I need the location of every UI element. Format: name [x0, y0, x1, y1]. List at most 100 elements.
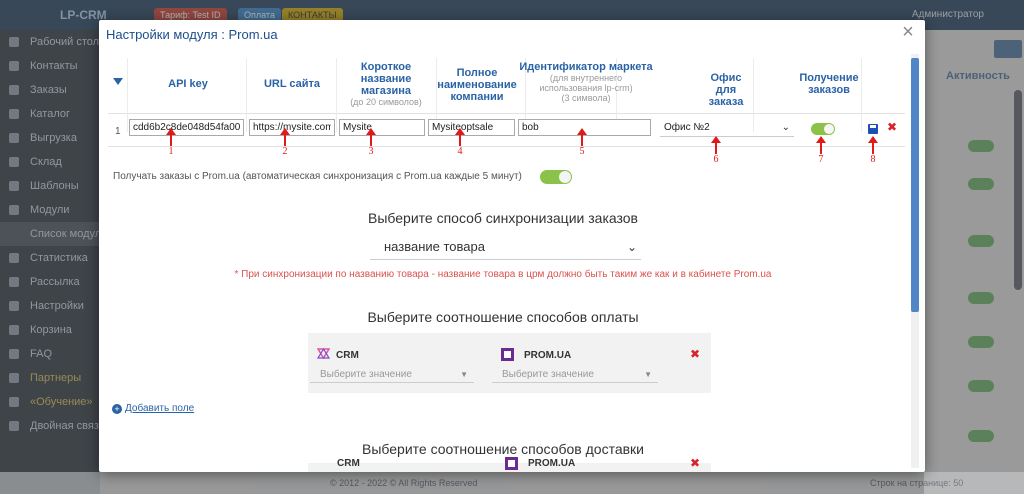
catalog-icon — [9, 109, 19, 119]
gear-icon — [9, 301, 19, 311]
copyright-text: © 2012 - 2022 © All Rights Reserved — [330, 478, 478, 488]
warehouse-icon — [9, 157, 19, 167]
activity-column-header: Активность — [946, 70, 1010, 82]
sidebar-item-settings[interactable]: Настройки — [0, 294, 100, 318]
templates-icon — [9, 181, 19, 191]
column-header-api-key: API key — [168, 78, 208, 90]
annotation-marker-4: 4 — [453, 128, 467, 157]
activity-toggle[interactable] — [968, 380, 994, 392]
column-header-office: Офис для заказа — [708, 72, 744, 108]
activity-toggle[interactable] — [968, 292, 994, 304]
app-footer: © 2012 - 2022 © All Rights Reserved Стро… — [0, 472, 1024, 494]
crm-label: CRM — [337, 458, 360, 469]
sync-warning-note: * При синхронизации по названию товара -… — [234, 269, 772, 280]
app-sidebar: Рабочий стол Контакты Заказы Каталог Выг… — [0, 30, 100, 494]
mailing-icon — [9, 277, 19, 287]
sidebar-item-trash[interactable]: Корзина — [0, 318, 100, 342]
training-icon — [9, 397, 19, 407]
close-icon[interactable]: × — [897, 21, 919, 43]
sidebar-item-statistics[interactable]: Статистика — [0, 246, 100, 270]
rows-per-page[interactable]: Строк на странице: 50 — [870, 478, 963, 488]
prom-label: PROM.UA — [524, 350, 572, 361]
contacts-icon — [9, 61, 19, 71]
sync-method-title: Выберите способ синхронизации заказов — [368, 210, 638, 226]
sidebar-item-callback[interactable]: Двойная связь — [0, 414, 100, 438]
partners-icon — [9, 373, 19, 383]
sidebar-item-partners[interactable]: Партнеры — [0, 366, 100, 390]
annotation-marker-1: 1 — [164, 128, 178, 157]
annotation-marker-8: 8 — [866, 136, 880, 165]
payment-mapping-row: CRM PROM.UA ✖ Выберите значение ▼ Выберит… — [308, 333, 711, 393]
plus-circle-icon: + — [112, 404, 122, 414]
sidebar-item-module-list[interactable]: Список модулей — [0, 222, 100, 246]
add-module-button[interactable] — [994, 40, 1022, 58]
modules-icon — [9, 205, 19, 215]
column-header-full-name: Полное наименование компании — [437, 67, 517, 103]
sync-method-select[interactable]: название товара ⌄ — [370, 236, 641, 260]
delivery-mapping-title: Выберите соотношение способов доставки — [361, 441, 644, 457]
activity-toggle[interactable] — [968, 178, 994, 190]
background-module-list: Активность — [924, 30, 1024, 494]
delete-mapping-icon[interactable]: ✖ — [690, 347, 700, 361]
phone-icon — [9, 421, 19, 431]
site-url-input[interactable] — [249, 119, 335, 136]
sidebar-item-modules[interactable]: Модули — [0, 198, 100, 222]
sidebar-item-faq[interactable]: FAQ — [0, 342, 100, 366]
export-icon — [9, 133, 19, 143]
delete-mapping-icon[interactable]: ✖ — [690, 456, 700, 470]
activity-toggle[interactable] — [968, 336, 994, 348]
prom-logo-icon — [505, 457, 518, 470]
sidebar-item-contacts[interactable]: Контакты — [0, 54, 100, 78]
crm-logo-icon — [317, 348, 330, 359]
receive-orders-toggle[interactable] — [811, 123, 835, 135]
sidebar-item-export[interactable]: Выгрузка — [0, 126, 100, 150]
column-header-market-id: Идентификатор маркета (для внутреннего и… — [517, 61, 655, 103]
chevron-down-icon: ⌄ — [626, 240, 637, 254]
column-header-receive-orders: Получение заказов — [799, 72, 859, 96]
full-name-input[interactable] — [428, 119, 515, 136]
scrollbar-thumb[interactable] — [911, 58, 919, 312]
api-key-input[interactable] — [129, 119, 244, 136]
crm-payment-select[interactable]: Выберите значение ▼ — [310, 367, 474, 383]
modal-scrollbar[interactable] — [911, 54, 919, 468]
prom-logo-icon — [501, 348, 514, 361]
autosync-toggle[interactable] — [540, 170, 572, 184]
prom-payment-select[interactable]: Выберите значение ▼ — [492, 367, 658, 383]
question-icon — [9, 349, 19, 359]
sidebar-item-orders[interactable]: Заказы — [0, 78, 100, 102]
modal-header: Настройки модуля : Prom.ua × — [99, 20, 925, 50]
annotation-marker-6: 6 — [709, 136, 723, 165]
row-number: 1 — [115, 126, 121, 137]
table-divider — [108, 113, 905, 114]
add-field-link[interactable]: + Добавить поле — [112, 403, 194, 414]
office-select[interactable]: Офис №2 ⌄ — [660, 119, 794, 137]
activity-toggle[interactable] — [968, 140, 994, 152]
prom-label: PROM.UA — [528, 458, 576, 469]
sidebar-item-catalog[interactable]: Каталог — [0, 102, 100, 126]
save-icon[interactable] — [868, 124, 878, 134]
activity-toggle[interactable] — [968, 235, 994, 247]
trash-icon — [9, 325, 19, 335]
modal-title: Настройки модуля : Prom.ua — [106, 27, 278, 42]
annotation-marker-3: 3 — [364, 128, 378, 157]
shop-settings-table: API key URL сайта Короткое название мага… — [108, 58, 905, 165]
short-name-input[interactable] — [339, 119, 425, 136]
page-scrollbar[interactable] — [1014, 90, 1022, 290]
activity-toggle[interactable] — [968, 430, 994, 442]
sidebar-item-mailing[interactable]: Рассылка — [0, 270, 100, 294]
sidebar-item-training[interactable]: «Обучение» — [0, 390, 100, 414]
dashboard-icon — [9, 37, 19, 47]
caret-down-icon: ▼ — [644, 370, 652, 379]
column-header-url: URL сайта — [263, 78, 321, 90]
user-name[interactable]: Администратор — [912, 9, 984, 20]
caret-down-icon: ▼ — [460, 370, 468, 379]
sidebar-item-templates[interactable]: Шаблоны — [0, 174, 100, 198]
sort-arrow-icon[interactable] — [113, 78, 123, 85]
delete-row-icon[interactable]: ✖ — [887, 120, 897, 134]
modal-content: API key URL сайта Короткое название мага… — [99, 50, 907, 472]
sidebar-item-dashboard[interactable]: Рабочий стол — [0, 30, 100, 54]
sidebar-item-warehouse[interactable]: Склад — [0, 150, 100, 174]
orders-icon — [9, 85, 19, 95]
table-divider — [108, 146, 905, 147]
crm-label: CRM — [336, 350, 359, 361]
